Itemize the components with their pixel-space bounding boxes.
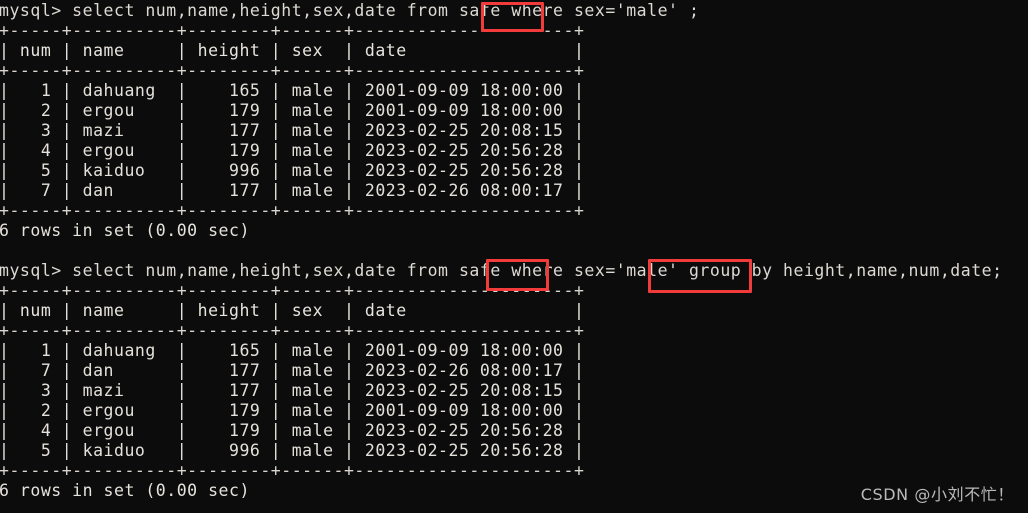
table-2-rule-mid: +-----+----------+--------+------+------…: [0, 321, 585, 340]
table-row: | 4 | ergou | 179 | male | 2023-02-25 20…: [0, 141, 585, 160]
table-row: | 3 | mazi | 177 | male | 2023-02-25 20:…: [0, 121, 585, 140]
table-1-rule-top: +-----+----------+--------+------+------…: [0, 21, 585, 40]
table-2-rule-top: +-----+----------+--------+------+------…: [0, 281, 585, 300]
table-row: | 7 | dan | 177 | male | 2023-02-26 08:0…: [0, 361, 585, 380]
csdn-watermark: CSDN @小刘不忙！: [860, 485, 1014, 504]
terminal-window[interactable]: mysql> select num,name,height,sex,date f…: [0, 0, 1028, 513]
table-row: | 4 | ergou | 179 | male | 2023-02-25 20…: [0, 421, 585, 440]
rows-in-set-status-1: 6 rows in set (0.00 sec): [0, 221, 250, 240]
table-row: | 5 | kaiduo | 996 | male | 2023-02-25 2…: [0, 161, 585, 180]
table-row: | 1 | dahuang | 165 | male | 2001-09-09 …: [0, 81, 585, 100]
mysql-prompt-query-1: mysql> select num,name,height,sex,date f…: [0, 1, 700, 20]
table-row: | 1 | dahuang | 165 | male | 2001-09-09 …: [0, 341, 585, 360]
table-1-header-row: | num | name | height | sex | date |: [0, 41, 585, 60]
table-row: | 2 | ergou | 179 | male | 2001-09-09 18…: [0, 101, 585, 120]
mysql-prompt-query-2: mysql> select num,name,height,sex,date f…: [0, 261, 1003, 280]
table-row: | 3 | mazi | 177 | male | 2023-02-25 20:…: [0, 381, 585, 400]
table-row: | 2 | ergou | 179 | male | 2001-09-09 18…: [0, 401, 585, 420]
table-2-header-row: | num | name | height | sex | date |: [0, 301, 585, 320]
table-2-rule-bottom: +-----+----------+--------+------+------…: [0, 461, 585, 480]
table-row: | 7 | dan | 177 | male | 2023-02-26 08:0…: [0, 181, 585, 200]
table-1-rule-bottom: +-----+----------+--------+------+------…: [0, 201, 585, 220]
table-1-rule-mid: +-----+----------+--------+------+------…: [0, 61, 585, 80]
table-row: | 5 | kaiduo | 996 | male | 2023-02-25 2…: [0, 441, 585, 460]
